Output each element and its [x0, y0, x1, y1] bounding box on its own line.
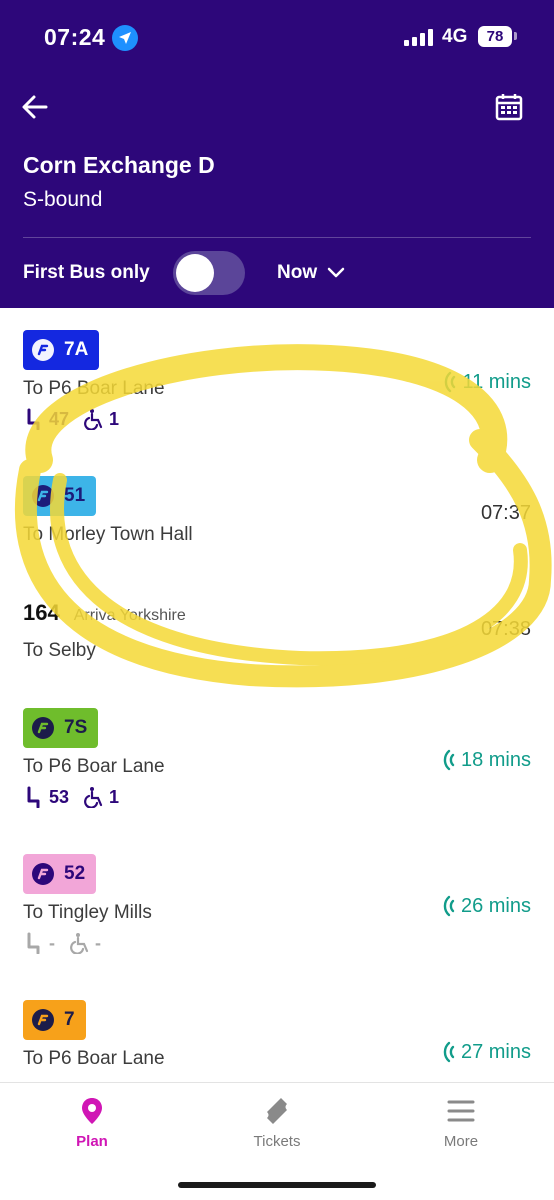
app-header: 07:24 4G 78 Corn Exchange D S-bound Firs… [0, 0, 554, 308]
operator-filter-label: First Bus only [23, 262, 150, 283]
capacity-info: - - [23, 932, 101, 954]
first-bus-logo-icon [32, 485, 54, 507]
seats-available: - [49, 932, 55, 953]
toggle-knob [176, 254, 214, 292]
route-number: 164 [23, 600, 60, 625]
chevron-down-icon [327, 267, 345, 278]
status-bar: 07:24 4G 78 [0, 0, 554, 72]
first-bus-logo-icon [32, 1009, 54, 1031]
tab-label: More [443, 1133, 479, 1150]
first-bus-logo-icon [32, 863, 54, 885]
time-selector[interactable]: Now [277, 262, 345, 284]
seats-available: 47 [49, 408, 70, 429]
live-signal-icon [443, 1041, 455, 1063]
header-divider [23, 237, 531, 238]
seat-icon [27, 932, 40, 954]
time-selector-label: Now [277, 262, 318, 283]
scheduled-time: 07:38 [480, 618, 531, 640]
eta-text: 27 mins [460, 1040, 531, 1063]
route-badge: 52 [23, 854, 97, 894]
capacity-info: 53 1 [23, 786, 119, 808]
calendar-icon[interactable] [494, 92, 524, 122]
tab-label: Tickets [253, 1133, 301, 1150]
stop-name: Corn Exchange D [23, 152, 215, 178]
route-number: 7A [64, 339, 89, 360]
live-signal-icon [443, 895, 455, 917]
destination: To Tingley Mills [23, 902, 152, 923]
scheduled-time: 07:37 [480, 502, 531, 524]
location-arrow-icon [112, 25, 138, 51]
destination: To P6 Boar Lane [23, 756, 165, 777]
departures-list[interactable]: 7A To P6 Boar Lane 47 1 11 mins 51 To Mo… [0, 308, 554, 1082]
live-eta: 18 mins [439, 748, 531, 772]
first-bus-logo-icon [32, 339, 54, 361]
departure-row[interactable]: 7 To P6 Boar Lane 27 mins [0, 978, 554, 1082]
destination: To Selby [23, 640, 96, 661]
cellular-signal-icon [404, 29, 434, 46]
back-arrow-icon[interactable] [20, 92, 50, 122]
wheelchair-icon [70, 933, 89, 954]
route-badge: 7S [23, 708, 99, 748]
route-number: 7S [64, 717, 88, 738]
wheelchair-spaces: 1 [109, 408, 120, 429]
home-indicator [178, 1182, 376, 1188]
tab-label: Plan [76, 1133, 108, 1150]
seat-icon [27, 786, 40, 808]
wheelchair-icon [84, 787, 103, 808]
departure-row[interactable]: 7A To P6 Boar Lane 47 1 11 mins [0, 308, 554, 454]
tab-tickets[interactable]: Tickets [217, 1095, 337, 1150]
battery-tip [514, 32, 517, 40]
route-number: 52 [64, 863, 86, 884]
eta-text: 26 mins [460, 894, 531, 917]
wheelchair-spaces: - [95, 932, 101, 953]
route-badge: 7 [23, 1000, 86, 1040]
eta-text: 11 mins [462, 370, 531, 393]
capacity-info: 47 1 [23, 408, 119, 430]
stop-direction: S-bound [23, 188, 103, 211]
network-type: 4G [442, 26, 468, 47]
route-number: 51 [64, 485, 86, 506]
menu-icon [447, 1100, 475, 1122]
tab-plan[interactable]: Plan [32, 1095, 152, 1150]
tab-more[interactable]: More [401, 1095, 521, 1150]
status-time: 07:24 [44, 24, 106, 50]
ticket-icon [267, 1098, 287, 1124]
departure-row[interactable]: 7S To P6 Boar Lane 53 1 18 mins [0, 686, 554, 832]
wheelchair-spaces: 1 [109, 786, 120, 807]
departure-row[interactable]: 52 To Tingley Mills - - 26 mins [0, 832, 554, 978]
battery-icon: 78 [478, 26, 512, 47]
eta-text: 18 mins [460, 748, 531, 771]
first-bus-logo-icon [32, 717, 54, 739]
route-header: 164 Arriva Yorkshire [23, 600, 186, 626]
seat-icon [27, 408, 40, 430]
location-pin-icon [82, 1098, 102, 1124]
destination: To Morley Town Hall [23, 524, 193, 545]
live-eta: 11 mins [440, 370, 531, 394]
operator-name: Arriva Yorkshire [73, 607, 186, 624]
route-number: 7 [64, 1009, 75, 1030]
route-badge: 7A [23, 330, 100, 370]
live-signal-icon [445, 371, 456, 393]
seats-available: 53 [49, 786, 70, 807]
wheelchair-icon [84, 409, 103, 430]
destination: To P6 Boar Lane [23, 1048, 165, 1069]
live-signal-icon [443, 749, 455, 771]
operator-filter-toggle[interactable] [173, 251, 245, 295]
live-eta: 27 mins [439, 1040, 531, 1064]
route-badge: 51 [23, 476, 97, 516]
live-eta: 26 mins [439, 894, 531, 918]
destination: To P6 Boar Lane [23, 378, 165, 399]
